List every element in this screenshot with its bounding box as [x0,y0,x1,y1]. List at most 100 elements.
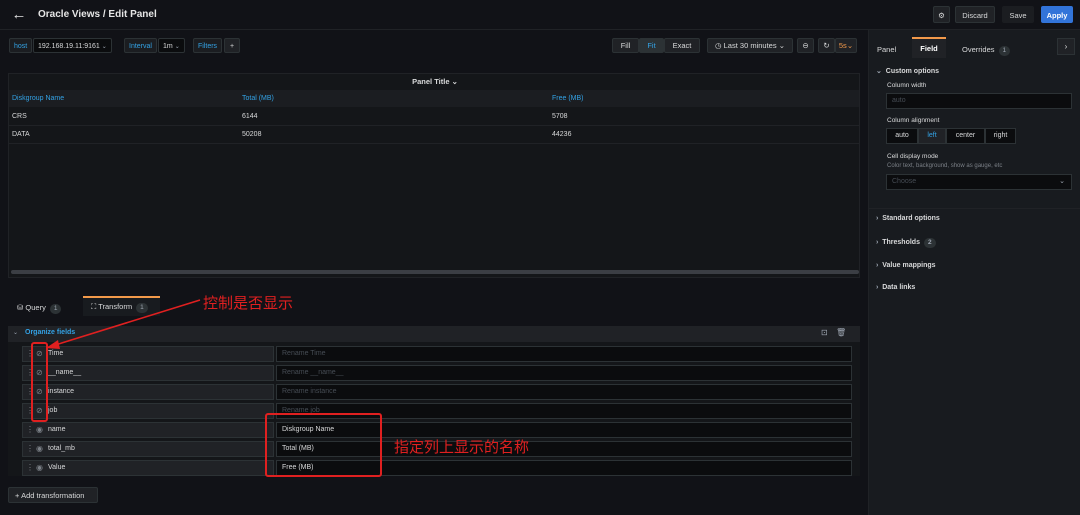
column-header[interactable]: Diskgroup Name [12,90,65,107]
rename-field-input[interactable]: Rename instance [276,384,852,400]
rename-field-input[interactable]: Rename __name__ [276,365,852,381]
collapse-sidebar-button[interactable]: › [1057,38,1075,55]
chevron-right-icon: › [876,262,879,269]
trash-icon[interactable]: 🗑 [836,328,846,337]
chevron-down-icon: ⌄ [13,330,19,336]
cell-display-mode-description: Color text, background, show as gauge, e… [887,163,1003,169]
table-row: DATA 50208 44236 [9,126,859,144]
interval-variable-select[interactable]: 1m ⌄ [158,38,185,53]
add-transformation-button[interactable]: + Add transformation [8,487,98,503]
rename-field-input[interactable]: Rename Time [276,346,852,362]
interval-variable-value: 1m [163,43,173,50]
fit-button[interactable]: Fit [639,38,664,53]
interval-variable-label: Interval [124,38,157,53]
exact-button[interactable]: Exact [664,38,700,53]
custom-options-title: Custom options [885,68,940,75]
data-links-title: Data links [882,284,916,291]
column-header[interactable]: Free (MB) [552,90,584,107]
field-name: instance [48,388,75,395]
tab-overrides[interactable]: Overrides 1 [962,43,1011,57]
plus-icon: + [15,491,20,500]
field-name: job [48,407,58,414]
panel-title[interactable]: Panel Title ⌄ [9,74,861,89]
chevron-down-icon: ⌄ [778,41,785,50]
debug-icon[interactable]: ⊡ [821,328,828,337]
refresh-interval-select[interactable]: 5s⌄ [835,38,857,53]
refresh-interval-value: 5s [838,41,847,50]
table-cell: 5708 [552,113,568,120]
time-range-value: Last 30 minutes [723,41,777,50]
custom-options-section[interactable]: ⌄ Custom options [876,67,939,75]
horizontal-scrollbar[interactable] [11,270,859,274]
column-width-input[interactable]: auto [886,93,1072,109]
gear-icon: ⚙ [938,11,945,20]
value-mappings-title: Value mappings [882,262,936,269]
field-name: __name__ [48,369,82,376]
field-name: total_mb [48,445,75,452]
alignment-option-right[interactable]: right [985,128,1016,144]
save-button[interactable]: Save [1002,6,1034,23]
fill-button[interactable]: Fill [612,38,639,53]
cell-display-mode-label: Cell display mode [887,153,939,160]
field-row-name[interactable]: ⋮ ◉ name [22,422,274,438]
table-cell: CRS [12,113,27,120]
host-variable-value: 192.168.19.11:9161 [38,43,100,50]
back-arrow-icon[interactable]: ← [10,6,28,24]
thresholds-section[interactable]: › Thresholds 2 [876,238,936,248]
eye-icon[interactable]: ◉ [36,442,43,456]
data-links-section[interactable]: › Data links [876,284,915,291]
chevron-down-icon: ⌄ [101,44,107,50]
drag-handle-icon[interactable]: ⋮ [26,423,34,437]
host-variable-select[interactable]: 192.168.19.11:9161 ⌄ [33,38,112,53]
table-panel: Panel Title ⌄ Diskgroup Name Total (MB) … [8,73,860,278]
table-header [9,90,859,107]
cell-display-mode-placeholder: Choose [892,178,917,185]
chevron-down-icon: ⌄ [451,77,458,86]
field-row-instance[interactable]: ⋮ ⊘ instance [22,384,274,400]
database-icon: ⛁ [17,303,24,312]
filters-label[interactable]: Filters [193,38,223,53]
chevron-down-icon: ⌄ [1059,178,1065,185]
zoom-out-button[interactable]: ⊖ [797,38,814,53]
chevron-right-icon: › [876,284,879,291]
apply-button[interactable]: Apply [1041,6,1073,23]
eye-icon[interactable]: ◉ [36,461,43,475]
tab-panel[interactable]: Panel [877,43,896,57]
table-cell: 6144 [242,113,258,120]
field-row-job[interactable]: ⋮ ⊘ job [22,403,274,419]
add-transformation-label: Add transformation [21,491,85,500]
standard-options-section[interactable]: › Standard options [876,215,940,222]
tab-overrides-label: Overrides [962,45,995,54]
refresh-button[interactable]: ↻ [818,38,835,53]
annotation-column-names: 指定列上显示的名称 [394,438,530,456]
host-variable-label: host [9,38,33,53]
column-header[interactable]: Total (MB) [242,90,274,107]
tab-field[interactable]: Field [912,37,946,58]
alignment-option-center[interactable]: center [946,128,985,144]
field-row-name-internal[interactable]: ⋮ ⊘ __name__ [22,365,274,381]
drag-handle-icon[interactable]: ⋮ [26,442,34,456]
eye-icon[interactable]: ◉ [36,423,43,437]
divider [868,208,1080,209]
chevron-down-icon: ⌄ [876,68,882,75]
column-width-label: Column width [887,82,927,89]
discard-button[interactable]: Discard [955,6,995,23]
drag-handle-icon[interactable]: ⋮ [26,461,34,475]
time-range-picker[interactable]: ◷ Last 30 minutes ⌄ [707,38,793,53]
alignment-option-left[interactable]: left [918,128,946,144]
table-cell: 44236 [552,131,572,138]
annotation-arrow [46,299,201,349]
settings-gear-button[interactable]: ⚙ [933,6,950,23]
add-filter-button[interactable]: + [224,38,240,53]
top-bar [0,0,1080,30]
cell-display-mode-select[interactable]: Choose ⌄ [886,174,1072,190]
chevron-down-icon: ⌄ [846,41,854,50]
alignment-option-auto[interactable]: auto [886,128,918,144]
thresholds-title: Thresholds [882,239,920,246]
chevron-right-icon: › [876,215,879,222]
zoom-out-icon: ⊖ [802,41,809,50]
field-row-value[interactable]: ⋮ ◉ Value [22,460,274,476]
field-row-total-mb[interactable]: ⋮ ◉ total_mb [22,441,274,457]
value-mappings-section[interactable]: › Value mappings [876,262,936,269]
rename-inputs-highlight [265,413,382,477]
